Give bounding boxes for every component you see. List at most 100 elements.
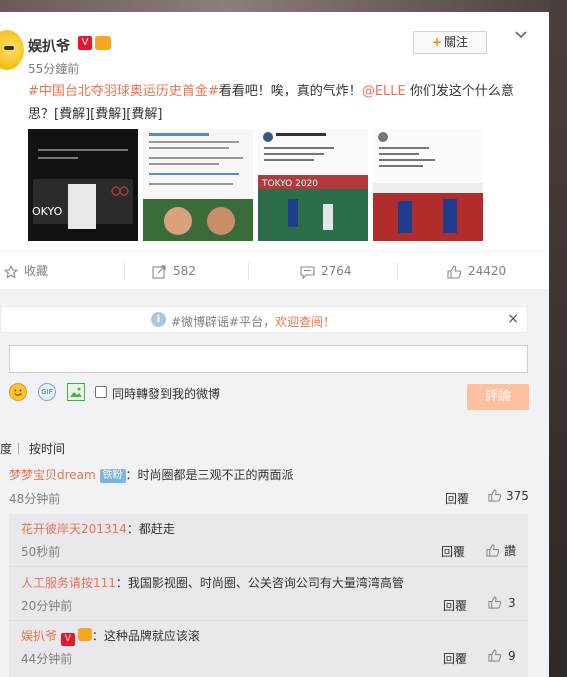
plus-icon: + (431, 35, 443, 49)
reply-author[interactable]: 花开彼岸天201314 (21, 522, 127, 536)
post-image-4[interactable] (373, 129, 483, 241)
reply-like-button[interactable]: 讚 (486, 542, 516, 559)
comment-line: 梦梦宝贝dream 铁粉 ：时尚圈都是三观不正的两面派 (9, 466, 294, 483)
background-strip (0, 0, 567, 12)
comment-button[interactable]: 2764 (300, 252, 352, 290)
divider (18, 443, 20, 454)
comment-icon (300, 265, 315, 279)
post-image-2[interactable] (143, 129, 253, 241)
reply-button[interactable]: 回覆 (443, 650, 467, 667)
gif-icon[interactable]: GIF (38, 383, 56, 401)
reply-text: ：都赶走 (126, 522, 175, 536)
sort-time[interactable]: 按时间 (29, 442, 65, 456)
repost-checkbox-label: 同時轉發到我的微博 (112, 387, 221, 401)
comment-sort: 度 按时间 (0, 440, 65, 457)
reply-time: 44分钟前 (21, 652, 73, 666)
post-image-1[interactable]: OKYO (28, 129, 138, 241)
repost-icon (152, 264, 166, 279)
reply-button[interactable]: 回覆 (441, 543, 465, 560)
thumbs-up-icon (488, 489, 502, 502)
thumbs-up-icon (486, 544, 500, 557)
sort-hot[interactable]: 度 (0, 442, 12, 456)
member-crown-icon (95, 36, 111, 50)
like-count: 24420 (468, 264, 507, 278)
image-1-art: OKYO (28, 129, 138, 241)
post-text-part1: 看看吧！唉，真的气炸！ (218, 84, 362, 99)
post-image-3[interactable]: TOKYO 2020 (258, 129, 368, 241)
comment-input[interactable] (9, 345, 528, 373)
close-icon[interactable]: × (507, 311, 519, 327)
composer-tools: GIF 同時轉發到我的微博 (9, 383, 528, 403)
comment-time: 48分钟前 (9, 492, 61, 506)
fan-badge: 铁粉 (99, 469, 126, 483)
divider (397, 262, 398, 280)
notice-prefix: #微博辟谣#平台， (171, 315, 276, 329)
post-text: #中国台北夺羽球奥运历史首金#看看吧！唉，真的气炸！@ELLE 你们发这个什么意… (28, 80, 528, 126)
svg-text:OKYO: OKYO (32, 205, 63, 218)
verified-badge-icon: V (78, 36, 92, 50)
repost-checkbox[interactable] (95, 386, 107, 398)
image-3-art: TOKYO 2020 (258, 129, 368, 241)
reply-author[interactable]: 娱扒爷 (21, 629, 57, 643)
submit-comment-button[interactable]: 評論 (467, 384, 529, 410)
favorite-button[interactable]: 收藏 (4, 252, 48, 290)
topic-link[interactable]: #中国台北夺羽球奥运历史首金# (28, 84, 219, 99)
divider (9, 620, 528, 621)
reply-like-button[interactable]: 9 (488, 649, 516, 663)
follow-label: 關注 (444, 35, 469, 49)
comment-like-count: 375 (506, 489, 529, 503)
svg-text:TOKYO 2020: TOKYO 2020 (261, 179, 318, 189)
reply-time: 20分钟前 (21, 599, 73, 613)
reply-text: ：这种品牌就应该滚 (91, 629, 200, 643)
action-bar: 收藏 582 2764 24420 (0, 251, 549, 289)
star-icon (4, 264, 18, 279)
comment-like-button[interactable]: 375 (488, 489, 529, 503)
comment-item: 梦梦宝贝dream 铁粉 ：时尚圈都是三观不正的两面派 48分钟前 回覆 375 (0, 466, 549, 506)
emoji-icon[interactable] (9, 383, 27, 401)
mention-link[interactable]: @ELLE (362, 84, 406, 99)
notice-text: #微博辟谣#平台，欢迎查阅！ (171, 313, 335, 330)
reply-like-count: 9 (508, 649, 516, 663)
image-2-art (143, 129, 253, 241)
background-side (549, 0, 567, 677)
reply-time: 50秒前 (21, 545, 61, 559)
reply-line: 人工服务请按111：我国影视圈、时尚圈、公关咨询公司有大量湾湾高管 (21, 574, 404, 591)
reply-like-count: 3 (508, 596, 516, 610)
comment-author[interactable]: 梦梦宝贝dream (9, 468, 96, 482)
image-grid: OKYO TOKYO 2020 (28, 129, 488, 241)
follow-button[interactable]: + 關注 (413, 31, 487, 54)
notice-link[interactable]: 欢迎查阅！ (275, 315, 335, 329)
reply-like-button[interactable]: 3 (488, 596, 516, 610)
post-time[interactable]: 55分鐘前 (28, 60, 79, 77)
info-icon: i (151, 312, 166, 327)
like-button[interactable]: 24420 (447, 252, 506, 290)
image-upload-icon[interactable] (67, 383, 85, 401)
reply-author[interactable]: 人工服务请按111 (21, 576, 116, 590)
picture-art (70, 387, 82, 397)
member-crown-icon (77, 628, 92, 641)
reply-line: 花开彼岸天201314：都赶走 (21, 520, 175, 537)
divider (248, 262, 249, 280)
post-header: 娱扒爷 V 55分鐘前 + 關注 (0, 12, 549, 84)
repost-count: 582 (173, 264, 196, 278)
favorite-label: 收藏 (24, 264, 49, 278)
author-name[interactable]: 娱扒爷 (28, 36, 70, 56)
repost-button[interactable]: 582 (152, 252, 196, 290)
emoji-face-art (14, 389, 22, 396)
thumbs-up-icon (488, 649, 502, 662)
thumbs-up-icon (488, 596, 502, 609)
chevron-down-icon[interactable] (514, 28, 528, 42)
reply-line: 娱扒爷 V ：这种品牌就应该滚 (21, 627, 200, 646)
reply-text: ：我国影视圈、时尚圈、公关咨询公司有大量湾湾高管 (115, 576, 404, 590)
reply-like-count: 讚 (504, 544, 517, 558)
image-4-art (373, 129, 483, 241)
rumor-notice: i #微博辟谣#平台，欢迎查阅！ × (0, 306, 528, 333)
comment-text: ：时尚圈都是三观不正的两面派 (125, 468, 294, 482)
reply-button[interactable]: 回覆 (445, 490, 469, 507)
author-avatar[interactable] (0, 30, 24, 70)
reply-button[interactable]: 回覆 (443, 597, 467, 614)
comment-count: 2764 (321, 264, 352, 278)
verified-badge-icon: V (60, 633, 75, 646)
divider (124, 262, 125, 280)
thumbs-up-icon (447, 264, 462, 279)
